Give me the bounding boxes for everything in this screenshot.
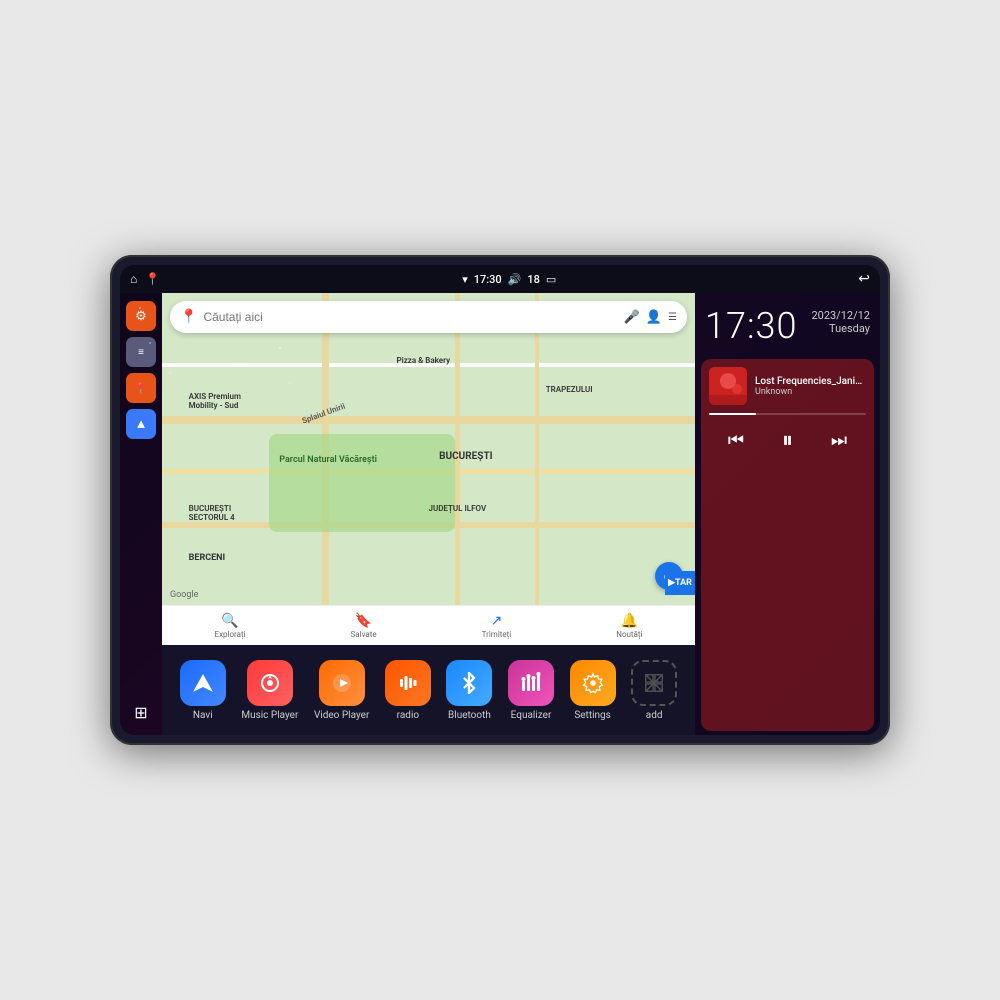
map-view[interactable]: AXIS PremiumMobility - Sud Pizza & Baker… — [162, 293, 695, 645]
album-art — [709, 367, 747, 405]
app-equalizer[interactable]: Equalizer — [508, 660, 554, 721]
app-add[interactable]: add — [631, 660, 677, 721]
news-label: Noutăți — [616, 630, 642, 639]
wifi-icon: ▾ — [462, 273, 468, 286]
battery-level: 18 — [527, 273, 540, 286]
sidebar-map-button[interactable]: 📍 — [126, 373, 156, 403]
home-icon[interactable]: ⌂ — [130, 272, 137, 286]
music-info: Lost Frequencies_Janie... Unknown — [709, 367, 866, 405]
prev-button[interactable]: ⏮ — [724, 426, 748, 455]
video-player-icon — [319, 660, 365, 706]
music-progress-bar[interactable] — [709, 413, 866, 415]
map-label-trapez: TRAPEZULUI — [546, 385, 593, 394]
share-icon: ↗ — [491, 613, 503, 629]
news-icon: 🔔 — [621, 613, 638, 629]
right-panel: 17:30 2023/12/12 Tuesday — [695, 293, 880, 735]
equalizer-label: Equalizer — [511, 710, 552, 721]
sidebar-bottom: ⊞ — [126, 697, 156, 727]
bluetooth-label: Bluetooth — [448, 710, 491, 721]
map-label-pizza: Pizza & Bakery — [397, 356, 451, 365]
battery-icon: ▭ — [546, 273, 556, 286]
start-button[interactable]: ▶TAR — [665, 571, 695, 595]
map-label-berceni: BERCENI — [189, 553, 226, 563]
map-bottom-bar: 🔍 Explorați 🔖 Salvate ↗ Trimiteți — [162, 605, 695, 645]
app-music-player[interactable]: Music Player — [241, 660, 298, 721]
next-button[interactable]: ⏭ — [827, 426, 851, 455]
add-label: add — [646, 710, 663, 721]
map-tab-saved[interactable]: 🔖 Salvate — [351, 613, 377, 639]
music-controls: ⏮ ⏸ ⏭ — [709, 423, 866, 457]
device-screen: ⌂ 📍 ▾ 17:30 🔊 18 ▭ ↩ ⚙ ≡ 📍 ▲ — [120, 265, 880, 735]
map-container[interactable]: AXIS PremiumMobility - Sud Pizza & Baker… — [162, 293, 695, 645]
menu-icon[interactable]: ☰ — [668, 312, 677, 323]
sidebar-settings-button[interactable]: ⚙ — [126, 301, 156, 331]
settings-app-icon — [570, 660, 616, 706]
map-tab-news[interactable]: 🔔 Noutăți — [616, 613, 642, 639]
map-watermark: Google — [170, 590, 198, 600]
status-left: ⌂ 📍 — [130, 272, 160, 286]
navi-icon — [180, 660, 226, 706]
share-label: Trimiteți — [482, 630, 512, 639]
app-dock: Navi Music Player Video Player — [162, 645, 695, 735]
clock-date-value: 2023/12/12 — [811, 309, 870, 322]
clock-date: 2023/12/12 Tuesday — [811, 305, 870, 335]
explore-label: Explorați — [215, 630, 246, 639]
app-radio[interactable]: radio — [385, 660, 431, 721]
map-label-ilfov: JUDEȚUL ILFOV — [429, 504, 487, 513]
sidebar-grid-button[interactable]: ⊞ — [126, 697, 156, 727]
music-progress-fill — [709, 413, 756, 415]
status-right: ↩ — [858, 271, 870, 287]
account-icon[interactable]: 👤 — [646, 310, 662, 325]
app-bluetooth[interactable]: Bluetooth — [446, 660, 492, 721]
radio-label: radio — [397, 710, 419, 721]
map-label-axis: AXIS PremiumMobility - Sud — [189, 392, 241, 410]
music-player-icon — [247, 660, 293, 706]
map-label-buc: BUCUREȘTI — [439, 451, 492, 462]
add-icon — [631, 660, 677, 706]
navi-label: Navi — [193, 710, 213, 721]
music-title: Lost Frequencies_Janie... — [755, 376, 866, 387]
music-text: Lost Frequencies_Janie... Unknown — [755, 376, 866, 397]
map-search-input[interactable] — [203, 310, 617, 324]
volume-icon: 🔊 — [508, 273, 522, 286]
map-tab-share[interactable]: ↗ Trimiteți — [482, 613, 512, 639]
settings-label: Settings — [574, 710, 611, 721]
mic-icon[interactable]: 🎤 — [624, 310, 640, 325]
google-maps-icon: 📍 — [180, 309, 197, 325]
map-search-bar[interactable]: 📍 🎤 👤 ☰ — [170, 301, 687, 333]
map-label-sector: BUCUREȘTISECTORUL 4 — [189, 504, 235, 522]
app-settings[interactable]: Settings — [570, 660, 616, 721]
saved-icon: 🔖 — [355, 613, 372, 629]
map-label-park: Parcul Natural Văcărești — [279, 455, 377, 465]
clock-time: 17:30 — [705, 305, 797, 347]
main-content: ⚙ ≡ 📍 ▲ ⊞ — [120, 293, 880, 735]
center-area: AXIS PremiumMobility - Sud Pizza & Baker… — [162, 293, 695, 735]
radio-icon — [385, 660, 431, 706]
album-art-image — [709, 367, 747, 405]
equalizer-icon — [508, 660, 554, 706]
explore-icon: 🔍 — [221, 613, 238, 629]
app-navi[interactable]: Navi — [180, 660, 226, 721]
back-icon[interactable]: ↩ — [858, 271, 870, 287]
bluetooth-icon — [446, 660, 492, 706]
pause-button[interactable]: ⏸ — [778, 423, 797, 457]
app-video-player[interactable]: Video Player — [314, 660, 369, 721]
clock-section: 17:30 2023/12/12 Tuesday — [695, 293, 880, 355]
sidebar-folder-button[interactable]: ≡ — [126, 337, 156, 367]
music-artist: Unknown — [755, 387, 866, 397]
status-time: 17:30 — [474, 273, 502, 286]
device: ⌂ 📍 ▾ 17:30 🔊 18 ▭ ↩ ⚙ ≡ 📍 ▲ — [110, 255, 890, 745]
map-tab-explore[interactable]: 🔍 Explorați — [215, 613, 246, 639]
video-player-label: Video Player — [314, 710, 369, 721]
sidebar-navi-button[interactable]: ▲ — [126, 409, 156, 439]
status-center: ▾ 17:30 🔊 18 ▭ — [462, 273, 556, 286]
status-bar: ⌂ 📍 ▾ 17:30 🔊 18 ▭ ↩ — [120, 265, 880, 293]
saved-label: Salvate — [351, 630, 377, 639]
maps-icon[interactable]: 📍 — [145, 272, 160, 286]
music-widget: Lost Frequencies_Janie... Unknown ⏮ ⏸ ⏭ — [701, 359, 874, 731]
clock-day: Tuesday — [811, 322, 870, 335]
music-player-label: Music Player — [241, 710, 298, 721]
sidebar: ⚙ ≡ 📍 ▲ ⊞ — [120, 293, 162, 735]
